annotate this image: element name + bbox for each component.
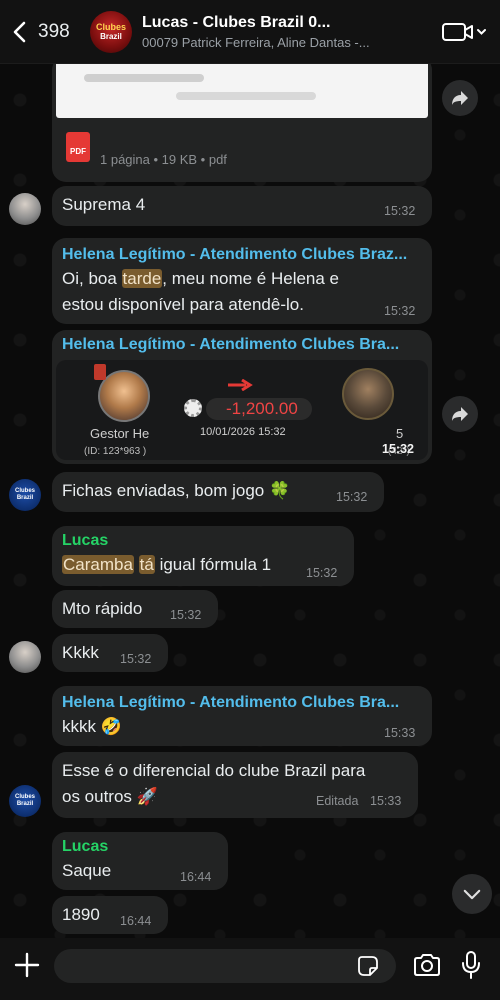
message-text-part: igual fórmula 1 xyxy=(154,555,272,574)
recipient-avatar xyxy=(342,368,394,420)
video-call-button[interactable] xyxy=(434,21,500,43)
message-bubble[interactable]: 1890 16:44 xyxy=(52,896,168,934)
chevron-down-icon xyxy=(463,889,481,899)
player-id: (ID: 123*963 ) xyxy=(84,446,147,457)
video-camera-icon xyxy=(442,22,486,41)
message-time: 15:32 xyxy=(384,304,416,318)
transfer-screenshot: Gestor He (ID: 123*963 ) -1,200.00 10/01… xyxy=(56,360,428,460)
transfer-date: 10/01/2026 15:32 xyxy=(200,426,286,438)
player-name: Gestor He xyxy=(90,426,150,441)
highlighted-word: Caramba xyxy=(62,555,134,574)
sticker-icon[interactable] xyxy=(358,956,378,976)
arrow-right-icon xyxy=(228,378,254,392)
message-bubble[interactable]: Suprema 4 15:32 xyxy=(52,186,432,226)
message-bubble[interactable]: Helena Legítimo - Atendimento Clubes Bra… xyxy=(52,238,432,324)
message-text: os outros 🚀 xyxy=(62,787,158,806)
forward-button[interactable] xyxy=(442,396,478,432)
message-text: 1890 xyxy=(62,905,100,924)
forward-icon xyxy=(452,407,468,421)
message-time: 16:44 xyxy=(120,914,152,928)
highlighted-word: tarde xyxy=(121,269,163,288)
chevron-left-icon xyxy=(13,21,26,42)
chat-title: Lucas - Clubes Brazil 0... xyxy=(142,13,331,31)
avatar-logo-text: Clubes xyxy=(95,22,126,32)
message-time: 16:44 xyxy=(180,870,212,884)
pdf-icon-label: PDF xyxy=(70,147,86,156)
message-text: Fichas enviadas, bom jogo 🍀 xyxy=(62,481,291,500)
message-text: Suprema 4 xyxy=(62,195,146,214)
message-bubble[interactable]: Mto rápido 15:32 xyxy=(52,590,218,628)
message-sender: Lucas xyxy=(62,838,109,855)
plus-icon[interactable] xyxy=(14,952,40,978)
document-preview xyxy=(56,60,428,118)
message-sender: Helena Legítimo - Atendimento Clubes Bra… xyxy=(62,246,408,263)
message-time: 15:32 xyxy=(170,608,202,622)
avatar-logo-text-2: Brazil xyxy=(100,32,122,41)
message-input[interactable] xyxy=(54,949,396,983)
document-meta: 1 página • 19 KB • pdf xyxy=(100,152,227,167)
message-bubble[interactable]: Lucas Caramba tá igual fórmula 1 15:32 xyxy=(52,526,354,586)
message-text: Esse é o diferencial do clube Brazil par… xyxy=(62,761,366,780)
microphone-icon[interactable] xyxy=(461,950,481,980)
message-time: 15:32 xyxy=(120,652,152,666)
message-text-part: , meu nome é Helena e xyxy=(162,269,340,288)
chat-info[interactable]: Lucas - Clubes Brazil 0... 00079 Patrick… xyxy=(142,14,434,50)
message-time: 15:32 xyxy=(384,204,416,218)
avatar[interactable]: Clubes Brazil xyxy=(9,479,41,511)
message-sender: Helena Legítimo - Atendimento Clubes Bra… xyxy=(62,336,400,353)
chat-header: 398 Clubes Brazil Lucas - Clubes Brazil … xyxy=(0,0,500,64)
message-text: kkkk 🤣 xyxy=(62,717,122,736)
message-text: estou disponível para atendê-lo. xyxy=(62,295,304,314)
message-bubble[interactable]: Esse é o diferencial do clube Brazil par… xyxy=(52,752,418,818)
message-time: 15:32 xyxy=(306,566,338,580)
message-text-part: Oi, boa xyxy=(62,269,122,288)
message-bubble[interactable]: Kkkk 15:32 xyxy=(52,634,168,672)
recipient-number: 5 xyxy=(396,426,404,441)
avatar[interactable]: Clubes Brazil xyxy=(9,785,41,817)
camera-icon[interactable] xyxy=(413,953,441,977)
message-text: Caramba tá igual fórmula 1 xyxy=(62,552,271,578)
unread-count: 398 xyxy=(38,20,70,42)
composer-bar xyxy=(0,938,500,1000)
highlighted-word: tá xyxy=(138,555,155,574)
chip-icon xyxy=(184,399,202,417)
avatar[interactable] xyxy=(9,193,41,225)
message-bubble[interactable]: Lucas Saque 16:44 xyxy=(52,832,228,890)
edited-label: Editada xyxy=(316,794,359,808)
rank-badge-icon xyxy=(94,364,106,380)
pdf-icon: PDF xyxy=(66,132,90,162)
message-bubble[interactable]: Helena Legítimo - Atendimento Clubes Bra… xyxy=(52,686,432,746)
message-time: 15:33 xyxy=(370,794,402,808)
message-text: Saque xyxy=(62,861,112,880)
message-sender: Helena Legítimo - Atendimento Clubes Bra… xyxy=(62,694,400,711)
avatar[interactable] xyxy=(9,641,41,673)
scroll-to-bottom-button[interactable] xyxy=(452,874,492,914)
message-time: 15:33 xyxy=(384,726,416,740)
message-text: Kkkk xyxy=(62,643,99,662)
back-button[interactable]: 398 xyxy=(0,21,90,43)
message-time: 15:32 xyxy=(336,490,368,504)
transfer-amount: -1,200.00 xyxy=(226,399,298,418)
chat-participants: 00079 Patrick Ferreira, Aline Dantas -..… xyxy=(142,34,370,50)
message-bubble[interactable]: Fichas enviadas, bom jogo 🍀 15:32 xyxy=(52,472,384,512)
document-message[interactable]: PDF 1 página • 19 KB • pdf xyxy=(52,56,432,182)
group-avatar[interactable]: Clubes Brazil xyxy=(90,10,132,53)
forward-button[interactable] xyxy=(442,80,478,116)
forward-icon xyxy=(452,91,468,105)
message-text: Mto rápido xyxy=(62,599,143,618)
amount-pill: -1,200.00 xyxy=(206,398,312,420)
message-sender: Lucas xyxy=(62,532,109,549)
message-time: 15:32 xyxy=(382,442,414,456)
message-text: Oi, boa tarde, meu nome é Helena e xyxy=(62,266,339,292)
image-message[interactable]: Helena Legítimo - Atendimento Clubes Bra… xyxy=(52,330,432,464)
